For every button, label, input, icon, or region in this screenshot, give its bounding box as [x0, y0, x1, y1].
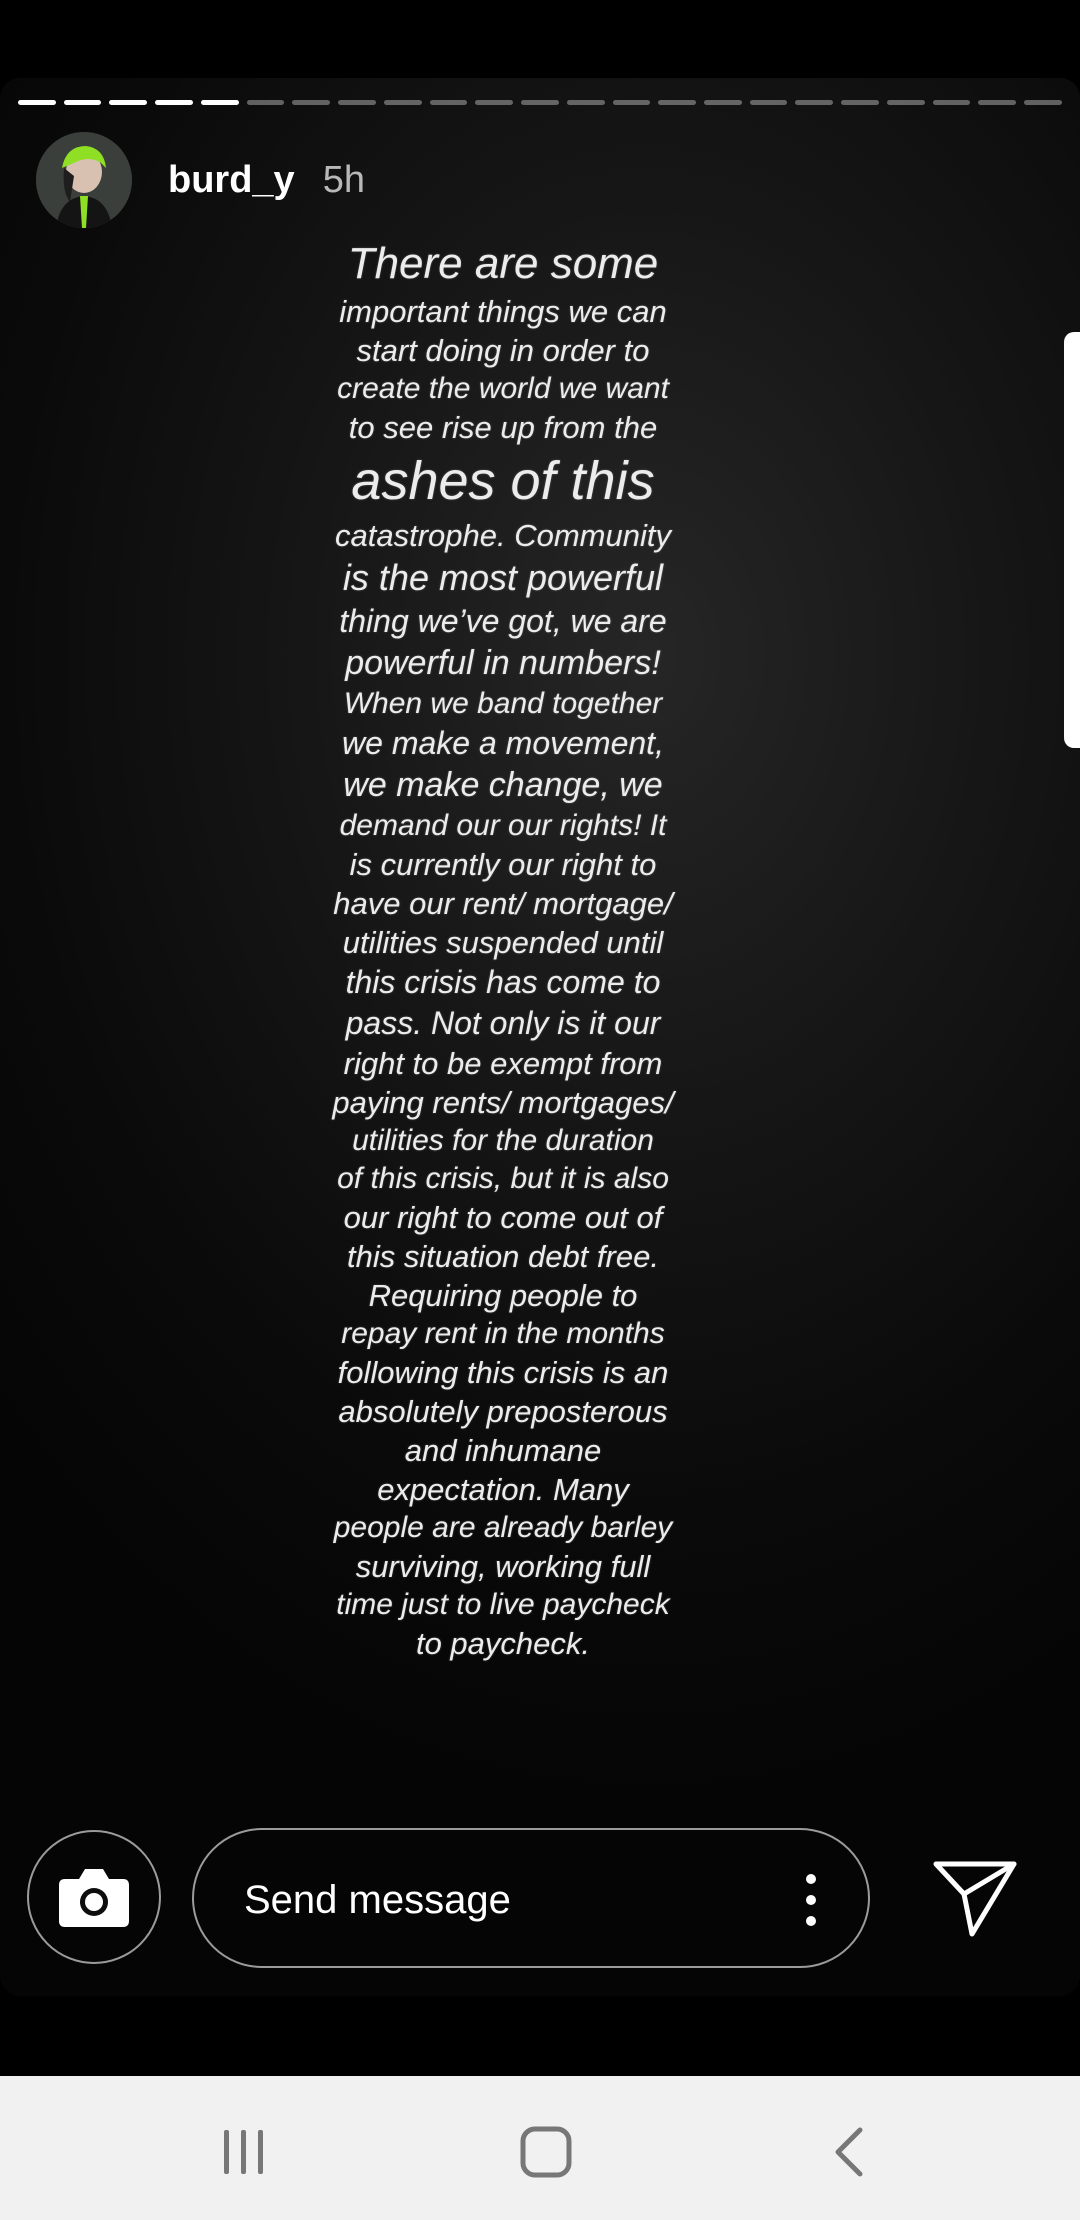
story-progress-segment: [749, 100, 788, 105]
screen: burd_y 5h There are some important things…: [0, 0, 1080, 2220]
story-text-line: to see rise up from the: [348, 410, 658, 445]
story-progress-segment: [338, 100, 376, 105]
story-progress-segment: [932, 100, 971, 105]
story-text-line: to paycheck.: [415, 1626, 591, 1661]
story-progress-segment: [658, 100, 697, 105]
story-text-line: of this crisis, but it is also: [337, 1162, 669, 1195]
story-progress-segment: [795, 100, 834, 105]
story-text-line: we make change, we: [343, 766, 663, 804]
story-text-line: powerful in numbers!: [345, 644, 661, 682]
story-progress-segment: [612, 100, 651, 105]
story-text-line: start doing in order to: [356, 333, 650, 368]
story-text-line: When we band together: [343, 687, 663, 720]
story-text-line: create the world we want: [337, 372, 669, 405]
story-text-line: catastrophe. Community: [335, 518, 671, 553]
more-vertical-icon-dot: [806, 1895, 816, 1905]
story-text-line: is currently our right to: [349, 847, 657, 882]
more-vertical-icon-dot: [806, 1874, 816, 1884]
story-text-line: pass. Not only is it our: [345, 1005, 661, 1041]
story-progress-segment: [109, 100, 148, 105]
story-text-line: thing we’ve got, we are: [339, 603, 667, 639]
back-icon: [835, 2127, 863, 2177]
message-composer: [0, 1828, 1080, 1968]
story-progress-segment: [429, 100, 468, 105]
story-progress-segment: [521, 100, 559, 105]
story-text-line: have our rent/ mortgage/: [333, 886, 673, 921]
story-progress-segment: [200, 100, 239, 105]
avatar-photo: [36, 132, 132, 228]
story-text-line: is the most powerful: [342, 557, 664, 598]
home-icon: [520, 2126, 572, 2178]
story-text-line: we make a movement,: [342, 725, 664, 761]
story-timestamp: 5h: [322, 158, 365, 201]
side-panel-handle[interactable]: [1064, 332, 1080, 748]
back-button[interactable]: [820, 2124, 880, 2180]
story-progress-segment: [292, 100, 331, 105]
story-header: burd_y 5h: [36, 132, 365, 228]
message-input[interactable]: [242, 1877, 726, 1924]
story-progress-segment: [886, 100, 925, 105]
story-text-line: repay rent in the months: [341, 1317, 665, 1350]
story-text: There are some important things we can sta…: [303, 236, 703, 1663]
recents-icon: [224, 2130, 263, 2174]
story-text-line: absolutely preposterous: [338, 1394, 668, 1429]
story-text-line: paying rents/ mortgages/: [332, 1085, 674, 1120]
story-progress-segment: [1024, 100, 1062, 105]
avatar[interactable]: [36, 132, 132, 228]
more-options-button[interactable]: [804, 1874, 818, 1926]
story-viewer[interactable]: burd_y 5h There are some important things…: [0, 78, 1080, 1996]
home-button[interactable]: [516, 2124, 576, 2180]
story-progress-segment: [155, 100, 193, 105]
story-text-line: ashes of this: [351, 451, 655, 511]
recents-button[interactable]: [214, 2124, 274, 2180]
story-progress-segment: [841, 100, 879, 105]
send-button[interactable]: [932, 1858, 1018, 1938]
camera-button[interactable]: [27, 1830, 161, 1964]
story-text-line: Requiring people to: [368, 1278, 638, 1313]
story-text-line: utilities for the duration: [352, 1124, 654, 1157]
story-text-line: There are some: [347, 239, 659, 288]
story-text-line: people are already barley: [333, 1511, 673, 1544]
story-progress-segment: [475, 100, 514, 105]
story-text-line: time just to live paycheck: [336, 1588, 670, 1621]
story-text-line: right to be exempt from: [343, 1046, 663, 1081]
camera-icon: [59, 1869, 129, 1927]
system-navigation-bar: [0, 2076, 1080, 2220]
story-progress-segment: [383, 100, 422, 105]
story-username[interactable]: burd_y: [168, 159, 295, 202]
story-text-line: demand our our rights! It: [339, 809, 667, 842]
story-text-line: expectation. Many: [377, 1472, 629, 1507]
story-text-line: important things we can: [339, 294, 667, 329]
story-text-line: surviving, working full: [355, 1549, 651, 1584]
story-text-line: our right to come out of: [343, 1200, 663, 1235]
story-text-line: utilities suspended until: [342, 925, 664, 960]
story-progress-segment: [18, 100, 56, 105]
story-text-line: following this crisis is an: [337, 1355, 669, 1390]
more-vertical-icon-dot: [806, 1916, 816, 1926]
message-field[interactable]: [192, 1828, 870, 1968]
story-text-line: this crisis has come to: [345, 964, 661, 1000]
story-progress-segment: [704, 100, 742, 105]
story-text-line: and inhumane: [404, 1433, 602, 1468]
story-progress-segment: [246, 100, 285, 105]
story-progress-segment: [566, 100, 605, 105]
story-progress-segment: [63, 100, 102, 105]
story-progress-segment: [978, 100, 1017, 105]
story-progress-bar: [18, 100, 1062, 105]
send-icon: [933, 1861, 1017, 1937]
story-text-line: this situation debt free.: [347, 1239, 659, 1274]
